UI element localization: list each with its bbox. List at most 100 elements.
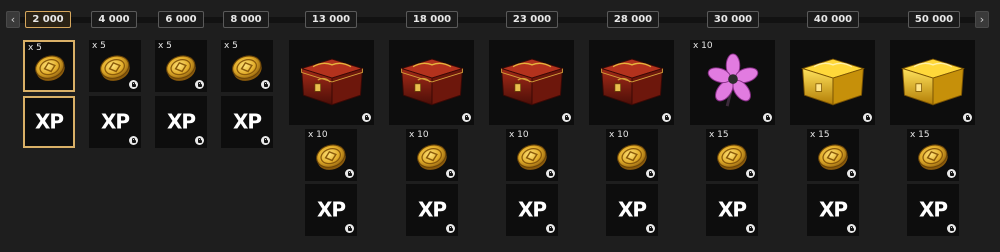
chest-reward-card[interactable]: [389, 40, 474, 125]
lock-icon: [129, 80, 138, 89]
next-button[interactable]: ›: [975, 11, 989, 28]
chevron-left-icon: ‹: [10, 13, 16, 26]
xp-label: XP: [517, 197, 547, 222]
xp-label: XP: [717, 197, 747, 222]
red-chest-icon: [394, 50, 470, 110]
tier-label[interactable]: 8 000: [223, 11, 269, 28]
lock-icon: [195, 80, 204, 89]
tier-label[interactable]: 30 000: [707, 11, 759, 28]
xp-reward-card[interactable]: XP: [406, 184, 458, 236]
xp-reward-card[interactable]: XP: [23, 96, 75, 148]
chest-reward-card[interactable]: [890, 40, 975, 125]
lock-icon: [129, 136, 138, 145]
xp-reward-card[interactable]: XP: [221, 96, 273, 148]
chest-reward-card[interactable]: [289, 40, 374, 125]
xp-label: XP: [918, 197, 948, 222]
tier-label[interactable]: 2 000: [25, 11, 71, 28]
lock-icon: [746, 224, 755, 233]
coin-reward-card[interactable]: x 5: [23, 40, 75, 92]
lock-icon: [562, 113, 571, 122]
lock-icon: [345, 169, 354, 178]
coin-reward-card[interactable]: x 15: [706, 129, 758, 181]
xp-label: XP: [34, 109, 64, 134]
xp-reward-card[interactable]: XP: [89, 96, 141, 148]
tier-label[interactable]: 28 000: [607, 11, 659, 28]
tier-label[interactable]: 18 000: [406, 11, 458, 28]
xp-reward-card[interactable]: XP: [305, 184, 357, 236]
lock-icon: [863, 113, 872, 122]
xp-label: XP: [316, 197, 346, 222]
lock-icon: [546, 169, 555, 178]
tier-label[interactable]: 13 000: [305, 11, 357, 28]
coin-reward-card[interactable]: x 10: [606, 129, 658, 181]
lock-icon: [646, 224, 655, 233]
lock-icon: [261, 80, 270, 89]
lock-icon: [345, 224, 354, 233]
chevron-right-icon: ›: [979, 13, 985, 26]
gold-coin-icon: [714, 139, 750, 175]
gold-coin-icon: [614, 139, 650, 175]
lock-icon: [763, 113, 772, 122]
xp-reward-card[interactable]: XP: [706, 184, 758, 236]
gold-coin-icon: [313, 139, 349, 175]
xp-reward-card[interactable]: XP: [807, 184, 859, 236]
xp-label: XP: [232, 109, 262, 134]
lock-icon: [746, 169, 755, 178]
red-chest-icon: [294, 50, 370, 110]
chest-reward-card[interactable]: [790, 40, 875, 125]
coin-reward-card[interactable]: x 15: [807, 129, 859, 181]
gold-chest-icon: [895, 50, 971, 110]
tier-label[interactable]: 6 000: [158, 11, 204, 28]
coin-reward-card[interactable]: x 5: [155, 40, 207, 92]
gold-chest-icon: [795, 50, 871, 110]
lock-icon: [446, 169, 455, 178]
coin-reward-card[interactable]: x 10: [506, 129, 558, 181]
gold-coin-icon: [915, 139, 951, 175]
coin-reward-card[interactable]: x 15: [907, 129, 959, 181]
coin-reward-card[interactable]: x 5: [221, 40, 273, 92]
lock-icon: [947, 224, 956, 233]
red-chest-icon: [594, 50, 670, 110]
xp-reward-card[interactable]: XP: [155, 96, 207, 148]
xp-label: XP: [818, 197, 848, 222]
lock-icon: [546, 224, 555, 233]
flower-reward-card[interactable]: x 10: [690, 40, 775, 125]
xp-label: XP: [100, 109, 130, 134]
lock-icon: [462, 113, 471, 122]
lock-icon: [847, 169, 856, 178]
xp-label: XP: [417, 197, 447, 222]
xp-label: XP: [617, 197, 647, 222]
lock-icon: [847, 224, 856, 233]
lock-icon: [646, 169, 655, 178]
lock-icon: [947, 169, 956, 178]
lock-icon: [362, 113, 371, 122]
tier-label[interactable]: 23 000: [506, 11, 558, 28]
tier-label[interactable]: 40 000: [807, 11, 859, 28]
lock-icon: [963, 113, 972, 122]
chest-reward-card[interactable]: [589, 40, 674, 125]
gold-coin-icon: [97, 50, 133, 86]
xp-reward-card[interactable]: XP: [606, 184, 658, 236]
gold-coin-icon: [514, 139, 550, 175]
tier-label[interactable]: 50 000: [908, 11, 960, 28]
pink-flower-icon: [704, 52, 762, 110]
previous-button[interactable]: ‹: [6, 11, 20, 28]
gold-coin-icon: [32, 50, 68, 86]
gold-coin-icon: [229, 50, 265, 86]
lock-icon: [195, 136, 204, 145]
gold-coin-icon: [815, 139, 851, 175]
reward-quantity: x 10: [693, 41, 713, 51]
lock-icon: [446, 224, 455, 233]
xp-label: XP: [166, 109, 196, 134]
lock-icon: [662, 113, 671, 122]
coin-reward-card[interactable]: x 5: [89, 40, 141, 92]
coin-reward-card[interactable]: x 10: [406, 129, 458, 181]
chest-reward-card[interactable]: [489, 40, 574, 125]
lock-icon: [261, 136, 270, 145]
coin-reward-card[interactable]: x 10: [305, 129, 357, 181]
gold-coin-icon: [163, 50, 199, 86]
xp-reward-card[interactable]: XP: [506, 184, 558, 236]
tier-label[interactable]: 4 000: [91, 11, 137, 28]
xp-reward-card[interactable]: XP: [907, 184, 959, 236]
gold-coin-icon: [414, 139, 450, 175]
